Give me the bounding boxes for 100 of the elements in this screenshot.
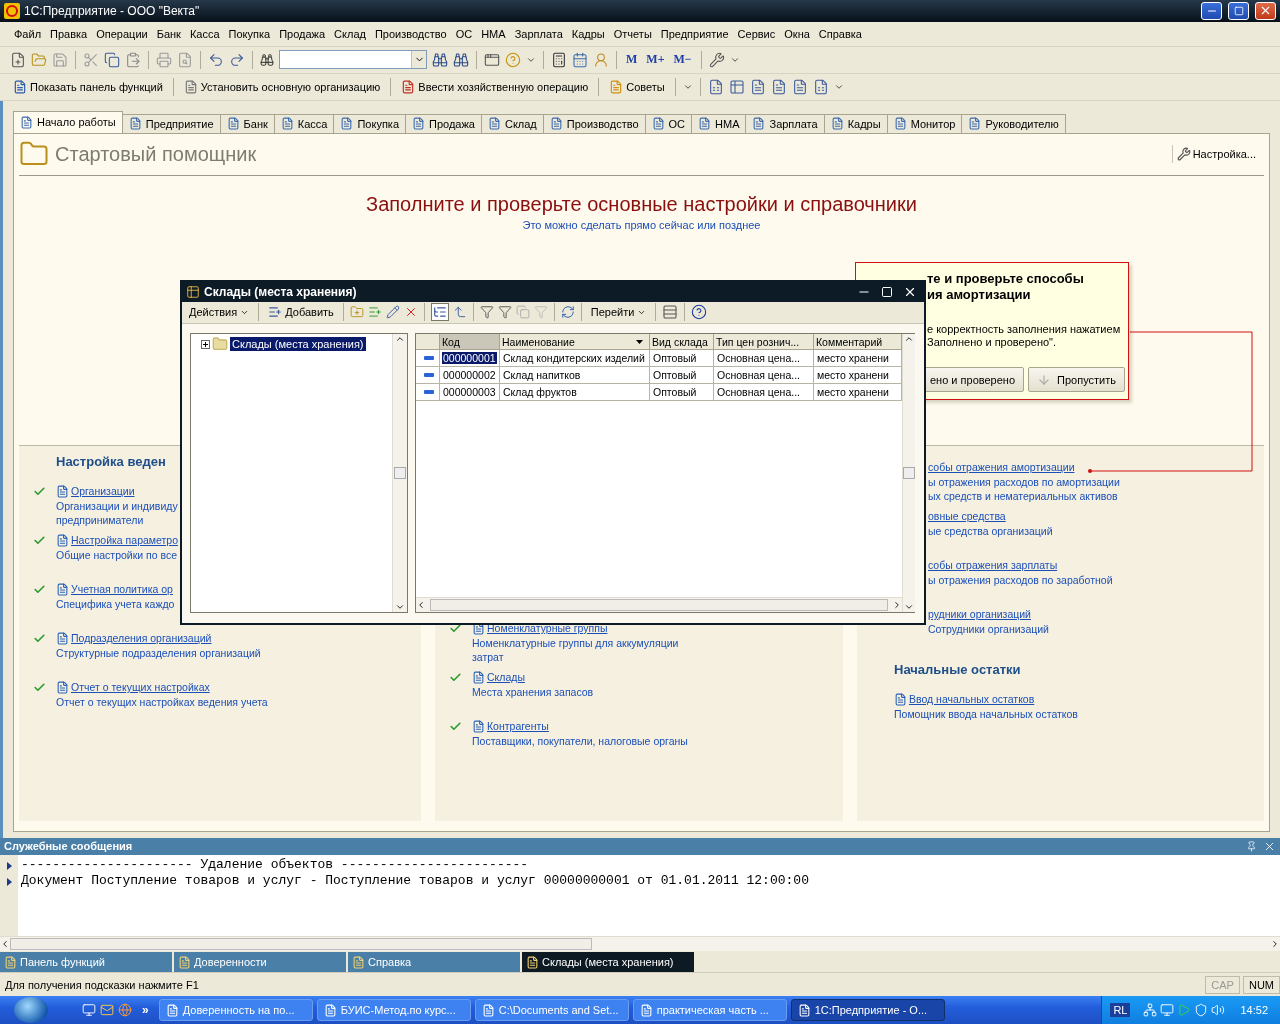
level-up-icon[interactable]: [452, 305, 467, 320]
cut-icon[interactable]: [83, 51, 99, 68]
memory-button[interactable]: M+: [644, 52, 667, 68]
edit-icon[interactable]: [385, 305, 400, 320]
taskbar-item[interactable]: C:\Documents and Set...: [474, 999, 629, 1021]
horizontal-scrollbar[interactable]: [416, 597, 902, 612]
language-indicator[interactable]: RL: [1110, 1003, 1131, 1017]
memory-button[interactable]: M: [624, 52, 640, 68]
tab[interactable]: Покупка: [333, 113, 407, 133]
section-link[interactable]: Учетная политика ор: [71, 583, 173, 596]
goto-menu[interactable]: Перейти: [587, 306, 650, 319]
report-icon[interactable]: [707, 78, 724, 95]
menu-item[interactable]: Операции: [92, 25, 153, 42]
calendar-icon[interactable]: [572, 51, 588, 68]
window-tab[interactable]: Панель функций: [0, 952, 172, 973]
help-icon[interactable]: [691, 304, 708, 321]
table-icon[interactable]: [728, 78, 745, 95]
minimize-button[interactable]: [1201, 1, 1222, 20]
actions-menu[interactable]: Действия: [186, 306, 253, 319]
menu-item[interactable]: Касса: [185, 25, 225, 42]
tab[interactable]: ОС: [644, 113, 693, 133]
tab[interactable]: Зарплата: [745, 113, 825, 133]
search-field[interactable]: [279, 50, 427, 70]
window-tab[interactable]: Справка: [348, 952, 520, 973]
filter-icon[interactable]: [479, 305, 494, 320]
menu-item[interactable]: Склад: [330, 25, 371, 42]
section-link[interactable]: собы отражения зарплаты: [928, 559, 1058, 572]
expand-icon[interactable]: [201, 339, 210, 349]
preview-icon[interactable]: [177, 51, 193, 68]
tab[interactable]: Касса: [273, 113, 335, 133]
open-folder-icon[interactable]: [31, 51, 47, 68]
section-link[interactable]: овные средства: [928, 510, 1006, 523]
taskbar-item[interactable]: БУИС-Метод.по курс...: [316, 999, 471, 1021]
menu-item[interactable]: Сервис: [733, 25, 781, 42]
copy-icon[interactable]: [104, 51, 120, 68]
menu-item[interactable]: ОС: [451, 25, 478, 42]
tab[interactable]: Склад: [480, 113, 544, 133]
document-icon[interactable]: [791, 78, 808, 95]
taskbar-item[interactable]: Доверенность на по...: [158, 999, 313, 1021]
document-icon[interactable]: [183, 79, 198, 94]
column-header[interactable]: Тип цен рознич...: [714, 334, 814, 350]
column-header[interactable]: Код: [440, 334, 500, 350]
tab[interactable]: Руководителю: [961, 113, 1066, 133]
section-link[interactable]: рудники организаций: [928, 608, 1031, 621]
settings-button[interactable]: Настройка...: [1171, 145, 1260, 164]
add-button[interactable]: Добавить: [265, 305, 337, 320]
refresh-icon[interactable]: [560, 305, 575, 320]
tab[interactable]: Начало работы: [13, 110, 123, 133]
restore-button[interactable]: [1228, 1, 1249, 20]
menu-item[interactable]: НМА: [477, 25, 511, 42]
popup-button[interactable]: Пропустить: [1028, 367, 1125, 392]
menu-item[interactable]: Кадры: [567, 25, 610, 42]
save-icon[interactable]: [52, 51, 68, 68]
column-header[interactable]: Вид склада: [650, 334, 714, 350]
scroll-thumb[interactable]: [903, 467, 915, 479]
start-button[interactable]: [14, 997, 48, 1023]
menu-item[interactable]: Файл: [10, 25, 47, 42]
more-button[interactable]: »: [142, 1003, 149, 1017]
menu-item[interactable]: Банк: [152, 25, 186, 42]
section-link[interactable]: Организации: [71, 485, 135, 498]
document-icon[interactable]: [770, 78, 787, 95]
printer-icon[interactable]: [156, 51, 172, 68]
network-icon[interactable]: [1143, 1003, 1158, 1017]
toolbar-button[interactable]: Советы: [606, 79, 668, 94]
document-icon[interactable]: [749, 78, 766, 95]
report-icon[interactable]: [812, 78, 829, 95]
column-header[interactable]: Наименование: [500, 334, 650, 350]
horizontal-scrollbar[interactable]: [0, 936, 1280, 952]
section-link[interactable]: Настройка параметро: [71, 534, 178, 547]
windows-icon[interactable]: [484, 51, 500, 68]
shield-icon[interactable]: [1194, 1003, 1209, 1017]
tree-item[interactable]: Склады (места хранения): [230, 337, 366, 351]
paste-icon[interactable]: [125, 51, 141, 68]
vertical-scrollbar[interactable]: [902, 334, 915, 612]
find-previous-icon[interactable]: [453, 51, 469, 68]
document-icon[interactable]: [401, 79, 416, 94]
display-icon[interactable]: [1160, 1003, 1175, 1017]
memory-button[interactable]: M−: [671, 52, 694, 68]
filter-value-icon[interactable]: [497, 305, 512, 320]
menu-item[interactable]: Покупка: [224, 25, 276, 42]
browser-icon[interactable]: [118, 1003, 132, 1017]
section-link[interactable]: Контрагенты: [487, 720, 549, 733]
pin-icon[interactable]: [1246, 840, 1257, 852]
document-icon[interactable]: [13, 79, 27, 94]
tools-icon[interactable]: [1176, 147, 1191, 162]
scroll-thumb[interactable]: [430, 599, 888, 611]
new-file-icon[interactable]: [10, 51, 26, 68]
taskbar-item[interactable]: 1С:Предприятие - О...: [790, 999, 945, 1021]
find-next-icon[interactable]: [432, 51, 448, 68]
tab[interactable]: НМА: [691, 113, 747, 133]
menu-item[interactable]: Предприятие: [656, 25, 734, 42]
tools-icon[interactable]: [708, 51, 725, 68]
mail-icon[interactable]: [100, 1003, 114, 1017]
list-settings-icon[interactable]: [662, 304, 679, 321]
sort-caret-icon[interactable]: [636, 339, 643, 344]
scroll-thumb[interactable]: [394, 467, 406, 479]
section-link[interactable]: Подразделения организаций: [71, 632, 212, 645]
toolbar-button[interactable]: Ввести хозяйственную операцию: [398, 79, 592, 94]
menu-item[interactable]: Продажа: [275, 25, 331, 42]
scroll-thumb[interactable]: [10, 938, 592, 951]
